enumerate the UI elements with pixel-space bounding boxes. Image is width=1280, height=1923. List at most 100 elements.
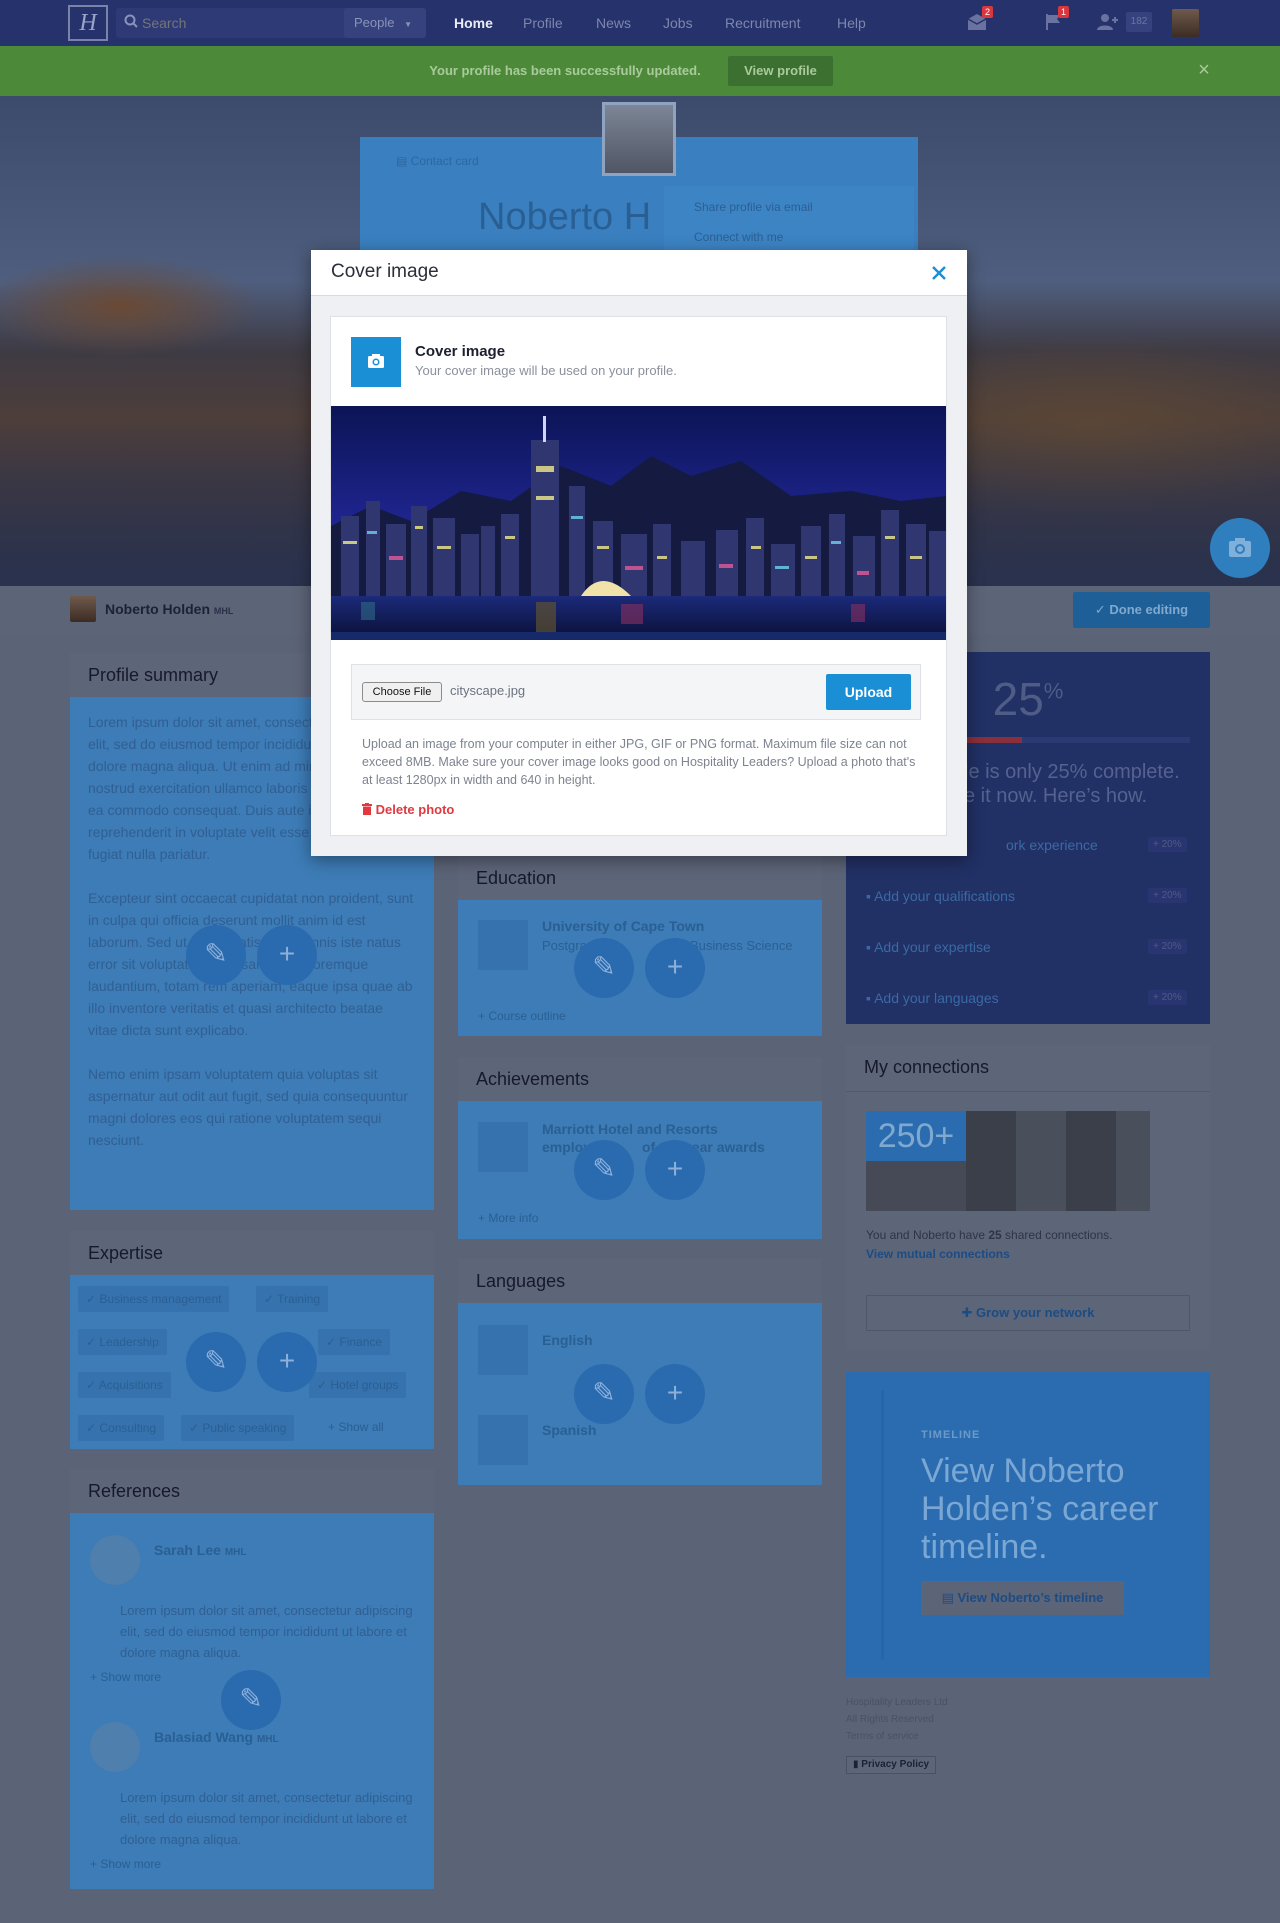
show-all-link[interactable]: + Show all: [328, 1420, 384, 1434]
upload-button[interactable]: Upload: [826, 674, 911, 710]
nav-help[interactable]: Help: [837, 0, 866, 46]
step-bonus: + 20%: [1148, 888, 1187, 903]
add-icon[interactable]: +: [645, 938, 705, 998]
step-bonus: + 20%: [1148, 990, 1187, 1005]
connections-icon[interactable]: [1096, 12, 1118, 32]
grow-network-button[interactable]: ✚ Grow your network: [866, 1295, 1190, 1331]
connection-avatar[interactable]: [866, 1161, 966, 1211]
achievements-title: Achievements: [458, 1057, 822, 1101]
language-name: English: [542, 1332, 593, 1348]
search-scope-dropdown[interactable]: People ▼: [344, 8, 426, 38]
nav-news[interactable]: News: [596, 0, 631, 46]
close-icon[interactable]: ×: [1194, 60, 1214, 80]
completion-step[interactable]: ▪ Add your qualifications: [866, 888, 1015, 904]
completion-step[interactable]: ▪ Add your languages: [866, 990, 999, 1006]
summary-paragraph: Excepteur sint occaecat cupidatat non pr…: [88, 890, 414, 1038]
reference-avatar: [90, 1722, 140, 1772]
terms-link[interactable]: Terms of service: [846, 1728, 948, 1745]
view-mutual-connections-link[interactable]: View mutual connections: [866, 1247, 1010, 1261]
reference-avatar: [90, 1535, 140, 1585]
add-icon[interactable]: +: [257, 925, 317, 985]
chevron-down-icon: ▼: [404, 20, 413, 29]
user-avatar[interactable]: [1172, 9, 1199, 37]
expertise-tag: ✓ Finance: [318, 1329, 391, 1355]
view-profile-button[interactable]: View profile: [728, 56, 833, 86]
contact-card-name: Noberto H: [478, 196, 652, 238]
messages-badge: 2: [982, 6, 994, 18]
shared-connections-text: You and Noberto have 25 shared connectio…: [866, 1228, 1113, 1242]
completion-line: le is only 25% complete.: [964, 761, 1180, 783]
trash-icon: [362, 803, 372, 815]
camera-icon: [351, 337, 401, 387]
expertise-tag: ✓ Acquisitions: [78, 1372, 171, 1398]
education-degree: Business Science: [690, 938, 793, 953]
completion-progress-fill: [966, 737, 1022, 743]
profile-name: Noberto Holden MHL: [105, 601, 234, 617]
panel-subtitle: Your cover image will be used on your pr…: [415, 363, 677, 378]
connections-count-tile: 250+: [866, 1111, 966, 1161]
completion-step[interactable]: ork experience: [1006, 837, 1098, 853]
profile-avatar: [602, 102, 676, 176]
edit-icon[interactable]: ✎: [574, 938, 634, 998]
edit-icon[interactable]: ✎: [221, 1670, 281, 1730]
completion-line: e it now. Here’s how.: [964, 785, 1148, 807]
expertise-tag: ✓ Leadership: [78, 1329, 167, 1355]
edit-icon[interactable]: ✎: [574, 1364, 634, 1424]
site-logo[interactable]: H: [68, 5, 108, 41]
privacy-policy-link[interactable]: ▮ Privacy Policy: [846, 1756, 937, 1774]
education-school: University of Cape Town: [542, 918, 705, 934]
show-more-link[interactable]: + Show more: [90, 1670, 161, 1684]
close-icon[interactable]: [924, 258, 954, 288]
reference-name: Balasiad Wang MHL: [154, 1729, 279, 1745]
completion-progress-track: [966, 737, 1190, 743]
expertise-tag: ✓ Consulting: [78, 1415, 165, 1441]
done-editing-button[interactable]: ✓ Done editing: [1073, 592, 1210, 628]
menu-item[interactable]: Share profile via email: [664, 186, 914, 214]
contact-card-menu: Share profile via email Connect with me: [664, 186, 914, 256]
edit-icon[interactable]: ✎: [186, 1332, 246, 1392]
search-scope-label: People: [354, 15, 395, 30]
globe-icon: [478, 1415, 528, 1465]
connection-avatars[interactable]: [966, 1111, 1150, 1211]
timeline-headline: View Noberto Holden’s career timeline.: [921, 1452, 1159, 1566]
achievement-title: Marriott Hotel and Resorts: [542, 1121, 718, 1137]
profile-suffix: MHL: [213, 606, 234, 616]
step-bonus: + 20%: [1148, 837, 1187, 852]
globe-icon: [478, 1325, 528, 1375]
nav-jobs[interactable]: Jobs: [663, 0, 693, 46]
expertise-tag: ✓ Public speaking: [181, 1415, 295, 1441]
expertise-tag: ✓ Training: [256, 1286, 329, 1312]
camera-icon[interactable]: [1210, 518, 1270, 578]
choose-file-button[interactable]: Choose File: [362, 682, 442, 702]
show-more-link[interactable]: + Show more: [90, 1857, 161, 1871]
connections-title: My connections: [864, 1057, 990, 1077]
view-timeline-button[interactable]: ▤ View Noberto’s timeline: [921, 1581, 1124, 1615]
course-outline-link[interactable]: + Course outline: [478, 1009, 566, 1023]
nav-profile[interactable]: Profile: [523, 0, 563, 46]
menu-item[interactable]: Connect with me: [664, 214, 914, 244]
edit-icon[interactable]: ✎: [574, 1140, 634, 1200]
add-icon[interactable]: +: [257, 1332, 317, 1392]
completion-step[interactable]: ▪ Add your expertise: [866, 939, 991, 955]
references-title: References: [70, 1469, 434, 1513]
more-info-link[interactable]: + More info: [478, 1211, 538, 1225]
edit-icon[interactable]: ✎: [186, 925, 246, 985]
upload-help-text: Upload an image from your computer in ei…: [362, 737, 916, 787]
timeline-rail: [881, 1390, 884, 1660]
nav-recruitment[interactable]: Recruitment: [725, 0, 800, 46]
search-icon: [124, 14, 138, 28]
nav-home[interactable]: Home: [454, 0, 493, 46]
delete-photo-link[interactable]: Delete photo: [362, 802, 454, 817]
search-input[interactable]: [142, 8, 342, 38]
divider: [846, 1091, 1210, 1092]
language-name: Spanish: [542, 1422, 597, 1438]
flags-badge: 1: [1058, 6, 1070, 18]
expertise-title: Expertise: [70, 1231, 434, 1275]
summary-paragraph: Nemo enim ipsam voluptatem quia voluptas…: [88, 1066, 408, 1148]
education-icon: [478, 920, 528, 970]
connections-count: 182: [1126, 12, 1152, 32]
panel-title: Cover image: [415, 343, 506, 360]
add-icon[interactable]: +: [645, 1364, 705, 1424]
cover-image-preview: [331, 406, 946, 640]
add-icon[interactable]: +: [645, 1140, 705, 1200]
